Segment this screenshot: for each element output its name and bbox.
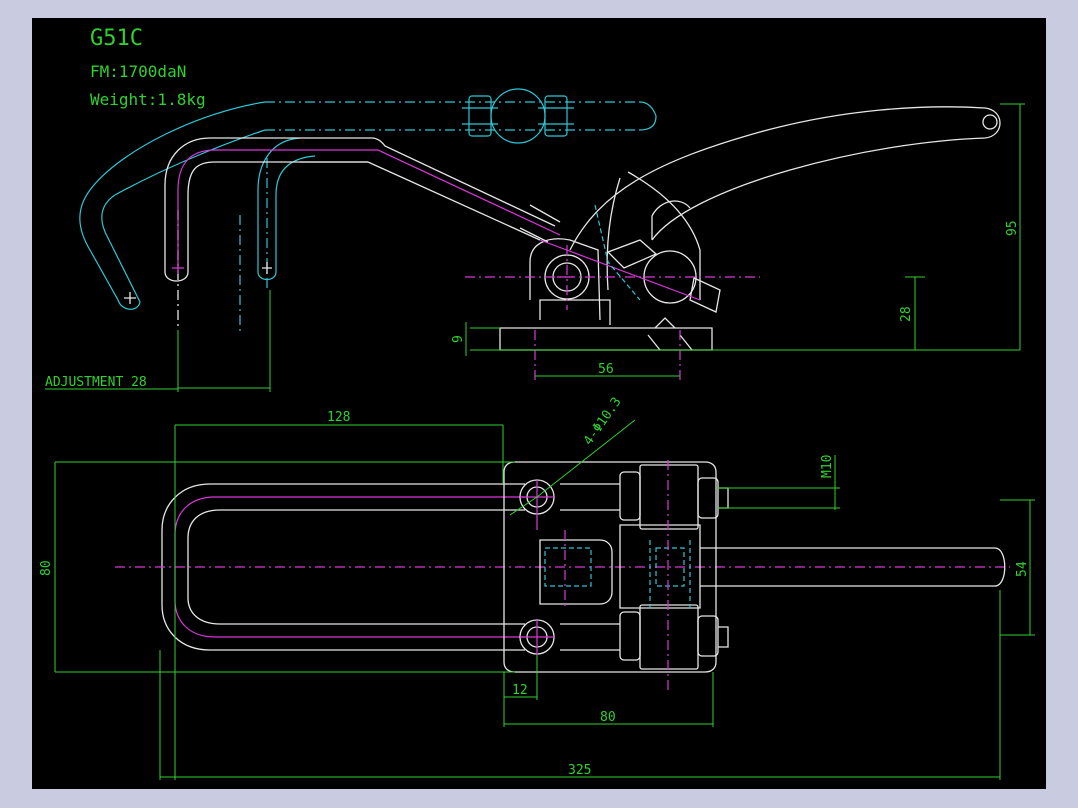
dim-hole-offset: 12 (512, 683, 528, 698)
top-view (115, 460, 1010, 690)
open-position-outline (79, 88, 657, 335)
top-view-dimensions (54, 419, 1035, 780)
dim-base-thickness: 9 (451, 335, 466, 343)
dim-base-length: 80 (600, 710, 616, 725)
hook-centerline (172, 149, 561, 274)
dim-thread: M10 (820, 455, 835, 478)
dim-handle-width: 54 (1015, 561, 1030, 577)
pivot-block (499, 238, 721, 351)
dim-holes: 4-Φ10.3 (581, 395, 625, 448)
dim-total-width: 80 (39, 560, 54, 576)
dim-hook-length: 128 (327, 410, 350, 425)
handle[interactable] (569, 106, 1001, 300)
model-title: G51C (90, 26, 143, 51)
hook (164, 137, 561, 330)
dim-base-width: 56 (598, 362, 614, 377)
force-label: FM:1700daN (90, 62, 186, 81)
weight-label: Weight:1.8kg (90, 90, 206, 109)
drawing-canvas: G51C FM:1700daN Weight:1.8kg 9 28 95 56 … (39, 26, 1035, 780)
dim-total-height: 95 (1005, 220, 1020, 236)
side-view (79, 88, 1001, 380)
dim-adjustment: ADJUSTMENT 28 (45, 375, 147, 390)
dim-total-length: 325 (568, 763, 591, 778)
cad-viewport[interactable]: G51C FM:1700daN Weight:1.8kg 9 28 95 56 … (32, 18, 1046, 789)
dim-pivot-height: 28 (899, 306, 914, 322)
